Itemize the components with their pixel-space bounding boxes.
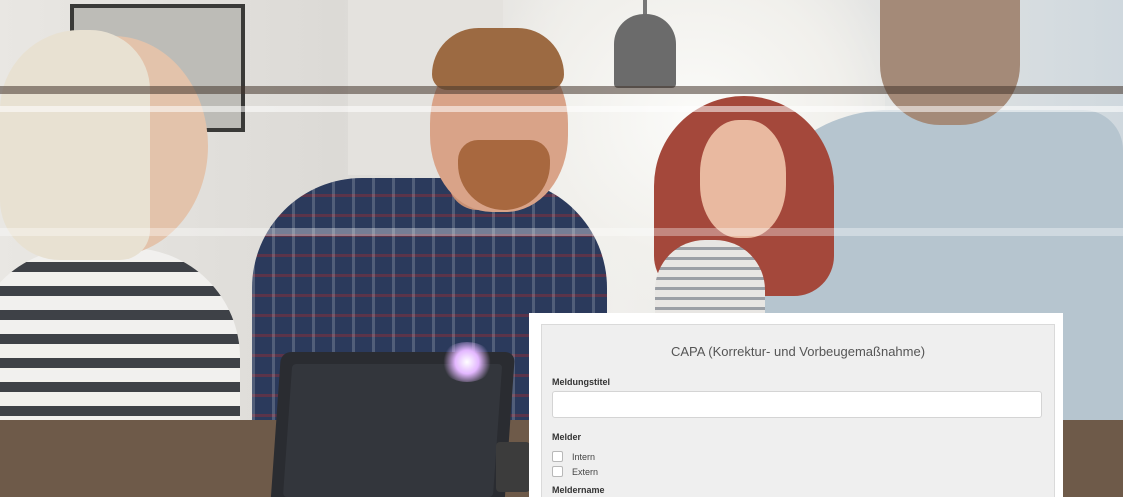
reporter-option-extern[interactable]: Extern <box>552 466 598 477</box>
laptop-screen <box>282 364 503 497</box>
person-left-hair <box>0 30 150 260</box>
reporter-label: Melder <box>552 432 582 442</box>
extern-checkbox[interactable] <box>552 466 563 477</box>
capa-form: CAPA (Korrektur- und Vorbeugemaßnahme) M… <box>541 324 1055 497</box>
form-title: CAPA (Korrektur- und Vorbeugemaßnahme) <box>670 344 926 359</box>
capa-form-panel: CAPA (Korrektur- und Vorbeugemaßnahme) M… <box>529 313 1063 497</box>
overlay-band <box>0 86 1123 94</box>
reporter-option-intern[interactable]: Intern <box>552 451 595 462</box>
mug <box>496 442 530 492</box>
report-title-input[interactable] <box>552 391 1042 418</box>
reporter-name-label: Meldername <box>552 485 605 495</box>
overlay-band <box>0 228 1123 236</box>
report-title-label: Meldungstitel <box>552 377 610 387</box>
pendant-lamp <box>614 14 676 88</box>
light-glint <box>440 342 494 382</box>
overlay-band <box>0 106 1123 112</box>
intern-checkbox-label: Intern <box>572 451 596 462</box>
person-man-hair <box>432 28 564 90</box>
extern-checkbox-label: Extern <box>572 466 599 477</box>
person-woman-face <box>700 120 786 238</box>
intern-checkbox[interactable] <box>552 451 563 462</box>
